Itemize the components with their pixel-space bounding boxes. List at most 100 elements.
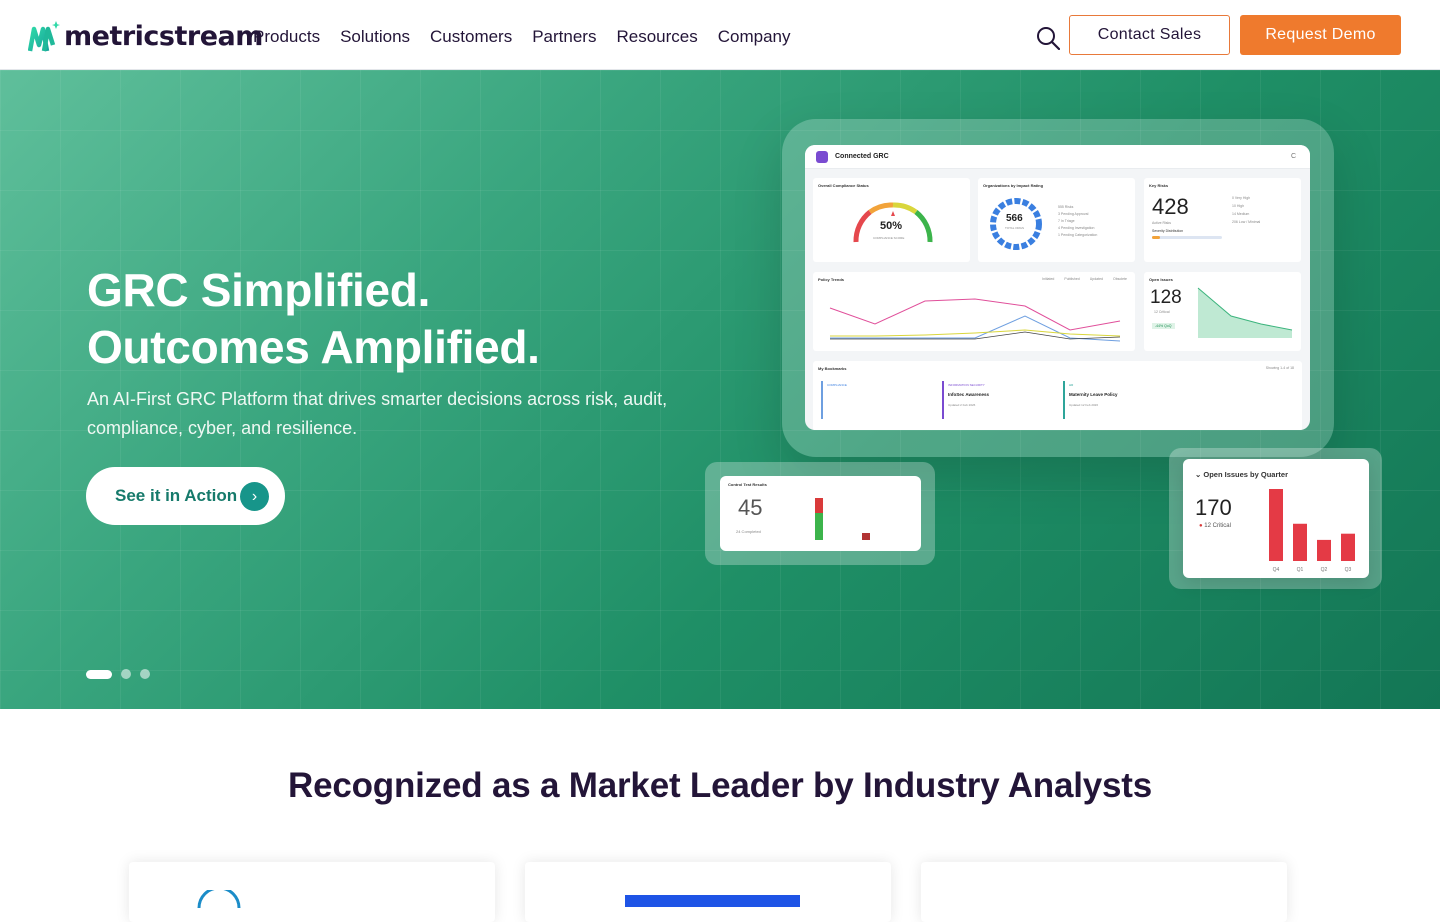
analyst-logo-icon (625, 895, 800, 907)
severity-distribution-label: Severity Distribution (1152, 229, 1184, 233)
bookmark-title: InfoSec Awareness (948, 392, 990, 397)
bookmark-meta: Updated 12 Feb 2026 (1069, 403, 1099, 407)
issues-by-quarter-title: Open Issues by Quarter (1203, 470, 1288, 479)
trend-legend-item: Published (1064, 277, 1080, 281)
orgs-value: 566 (1006, 213, 1023, 224)
control-tests-card: Control Test Results 45 24 Completed (720, 476, 921, 551)
carousel-dots (86, 669, 150, 679)
orgs-legend-item: 1 Pending Categorization (1058, 233, 1098, 237)
hero-subtitle: An AI-First GRC Platform that drives sma… (87, 389, 668, 438)
nav-item-resources[interactable]: Resources (616, 27, 697, 47)
bookmarks-panel: My Bookmarks Showing 1-4 of 18 COMPLIANC… (813, 361, 1302, 430)
policy-trends-panel: Policy Trends Initiated Published Update… (813, 272, 1135, 351)
carousel-dot-2[interactable] (121, 669, 131, 679)
bookmark-card[interactable]: INFORMATION SECURITY InfoSec Awareness U… (942, 381, 1054, 419)
nav-item-customers[interactable]: Customers (430, 27, 512, 47)
open-issues-delta: -44% QoQ (1152, 323, 1175, 329)
control-tests-label: Control Test Results (728, 482, 767, 487)
dashboard-header: Connected GRC C (805, 145, 1310, 169)
issues-by-quarter-bar-chart: Q4 Q1 Q2 Q3 (1269, 489, 1355, 573)
orgs-legend: 555 Risks 3 Pending Approval 7 In Triage… (1058, 204, 1097, 239)
orgs-sub: TOTAL ORGS (1005, 226, 1024, 230)
control-tests-value: 45 (738, 495, 763, 520)
contact-sales-button[interactable]: Contact Sales (1069, 15, 1230, 55)
issues-by-quarter-label: ⌄ Open Issues by Quarter (1195, 470, 1288, 479)
compliance-status-panel: Overall Compliance Status 50% COMPLIANCE… (813, 178, 970, 262)
open-issues-critical: 12 Critical (1154, 310, 1170, 314)
issues-quarter-bar (1341, 533, 1355, 561)
risk-legend-item: 14 Medium (1232, 212, 1250, 216)
dashboard-title: Connected GRC (835, 153, 889, 160)
issues-quarter-tick-label: Q3 (1345, 567, 1352, 573)
nav-item-partners[interactable]: Partners (532, 27, 596, 47)
open-issues-value: 128 (1150, 287, 1182, 308)
bookmark-card[interactable]: HR Maternity Leave Policy Updated 12 Feb… (1063, 381, 1175, 419)
hero-title-line-1: GRC Simplified. (87, 264, 431, 316)
issues-critical-text: 12 Critical (1204, 523, 1231, 529)
trend-legend-item: Obsolete (1112, 277, 1127, 281)
hero-title: GRC Simplified. Outcomes Amplified. (87, 262, 540, 376)
issues-quarter-tick-label: Q1 (1297, 567, 1304, 573)
carousel-dot-3[interactable] (140, 669, 150, 679)
bookmarks-label: My Bookmarks (818, 366, 847, 371)
open-issues-panel: Open Issues 128 12 Critical -44% QoQ (1144, 272, 1301, 351)
control-tests-sub: 24 Completed (736, 529, 761, 534)
issues-by-quarter-card: ⌄ Open Issues by Quarter 170 ● 12 Critic… (1183, 459, 1369, 578)
bookmark-title: Maternity Leave Policy (1069, 392, 1118, 397)
carousel-dot-1[interactable] (86, 669, 112, 679)
analyst-logo-icon (197, 890, 241, 909)
open-issues-area-chart (1197, 287, 1293, 338)
analysts-section-title: Recognized as a Market Leader by Industr… (288, 766, 1152, 805)
risk-legend-item: 206 Low / Minimal (1232, 220, 1261, 224)
app-logo-icon (816, 150, 828, 163)
nav-item-solutions[interactable]: Solutions (340, 27, 410, 47)
hero-title-line-2: Outcomes Amplified. (87, 321, 540, 373)
risk-legend-item: 0 Very High (1232, 196, 1251, 200)
orgs-legend-item: 4 Pending Investigation (1058, 226, 1095, 230)
issues-by-quarter-critical: ● 12 Critical (1199, 523, 1231, 529)
analyst-card[interactable] (129, 862, 495, 922)
nav-item-products[interactable]: Products (253, 27, 320, 47)
site-header: metricstream Products Solutions Customer… (0, 0, 1440, 70)
trend-legend-item: Initiated (1042, 277, 1055, 281)
key-risks-legend: 0 Very High 10 High 14 Medium 206 Low / … (1232, 194, 1260, 226)
metricstream-logo-icon (28, 21, 60, 52)
issues-quarter-bar (1269, 489, 1283, 561)
orgs-legend-item: 3 Pending Approval (1058, 212, 1089, 216)
policy-trends-legend: Initiated Published Updated Obsolete (1042, 277, 1127, 281)
issues-quarter-tick-label: Q4 (1273, 567, 1280, 573)
orgs-label: Organizations by Impact Rating (983, 183, 1044, 188)
issues-by-quarter-value: 170 (1195, 495, 1232, 520)
refresh-icon: C (1290, 153, 1296, 160)
orgs-legend-item: 7 In Triage (1058, 219, 1075, 223)
orgs-donut-chart (990, 198, 1042, 250)
compliance-sub: COMPLIANCE SCORE (873, 236, 905, 240)
brand-logo[interactable]: metricstream (28, 19, 263, 53)
analyst-card[interactable] (921, 862, 1287, 922)
nav-item-company[interactable]: Company (718, 27, 791, 47)
bookmark-tag: INFORMATION SECURITY (948, 383, 985, 387)
bookmark-meta: Updated 2 Feb 2026 (948, 403, 976, 407)
search-icon[interactable] (1036, 26, 1060, 50)
request-demo-button[interactable]: Request Demo (1240, 15, 1401, 55)
bookmark-tag: HR (1069, 383, 1074, 387)
control-tests-bar-pending (862, 533, 870, 540)
issues-quarter-bar (1317, 539, 1331, 561)
analyst-card[interactable] (525, 862, 891, 922)
key-risks-value: 428 (1152, 194, 1189, 219)
key-risks-label: Key Risks (1149, 183, 1169, 188)
compliance-label: Overall Compliance Status (818, 183, 869, 188)
policy-trends-label: Policy Trends (818, 277, 845, 282)
see-it-in-action-button[interactable]: See it in Action › (86, 467, 285, 525)
control-tests-bar-failed (815, 498, 823, 513)
main-nav: Products Solutions Customers Partners Re… (253, 27, 791, 47)
key-risks-panel: Key Risks 428 Active Risks Severity Dist… (1144, 178, 1301, 262)
issues-quarter-bar (1293, 523, 1307, 561)
orgs-legend-item: 555 Risks (1058, 205, 1074, 209)
policy-trends-line-chart (829, 298, 1121, 342)
trend-legend-item: Updated (1089, 277, 1103, 281)
bookmark-card[interactable]: COMPLIANCE (821, 381, 933, 419)
key-risks-sub: Active Risks (1152, 221, 1172, 225)
risk-legend-item: 10 High (1232, 204, 1245, 208)
control-tests-bar-passed (815, 513, 823, 540)
